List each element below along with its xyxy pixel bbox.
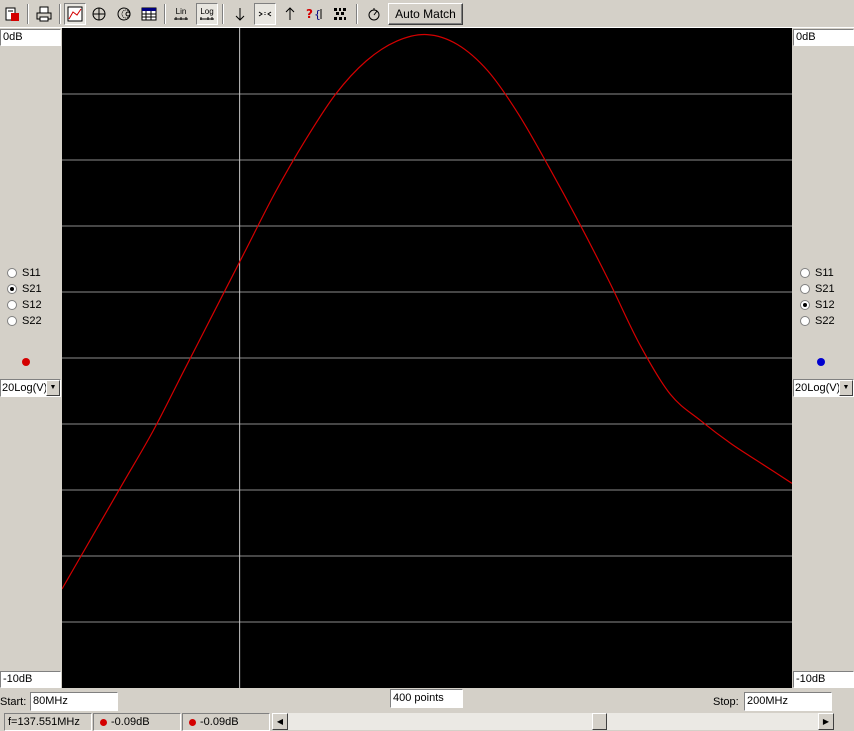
- toolbar-separator: [222, 4, 224, 24]
- scroll-right-icon[interactable]: ▶: [818, 713, 834, 730]
- right-param-s21[interactable]: S21: [800, 281, 835, 297]
- stop-label: Stop:: [713, 696, 739, 708]
- svg-text:?: ?: [306, 7, 313, 21]
- left-param-s22-label: S22: [22, 315, 42, 327]
- radio-icon: [7, 268, 17, 278]
- right-top-scale-field[interactable]: 0dB: [793, 29, 854, 46]
- scrollbar-thumb[interactable]: [592, 713, 607, 730]
- status-marker2: -0.09dB: [182, 713, 270, 731]
- left-bottom-scale-field[interactable]: -10dB: [0, 671, 61, 688]
- left-param-s12-label: S12: [22, 299, 42, 311]
- status-marker1-value: -0.09dB: [111, 716, 150, 728]
- radio-icon: [800, 300, 810, 310]
- polar-plot-icon[interactable]: [88, 3, 110, 25]
- table-view-icon[interactable]: [138, 3, 160, 25]
- plot-area[interactable]: [62, 28, 792, 688]
- svg-text:{: {: [314, 8, 321, 21]
- linear-scale-label: Lin: [175, 6, 187, 16]
- toolbar-separator: [356, 4, 358, 24]
- scroll-left-icon[interactable]: ◀: [272, 713, 288, 730]
- status-marker1: -0.09dB: [93, 713, 181, 731]
- left-format-value: 20Log(V): [2, 382, 48, 394]
- right-format-select[interactable]: 20Log(V) ▼: [793, 379, 854, 397]
- toolbar-separator: [59, 4, 61, 24]
- left-param-s11-label: S11: [22, 267, 41, 279]
- left-param-s21[interactable]: S21: [7, 281, 42, 297]
- chevron-down-icon[interactable]: ▼: [46, 380, 60, 396]
- log-scale-button[interactable]: Log: [196, 3, 218, 25]
- status-frequency: f=137.551MHz: [4, 713, 92, 731]
- radio-icon: [7, 316, 17, 326]
- linear-scale-button[interactable]: Lin: [170, 3, 192, 25]
- right-param-s12[interactable]: S12: [800, 297, 835, 313]
- points-count-input[interactable]: 400 points: [390, 689, 463, 708]
- right-param-s21-label: S21: [815, 283, 835, 295]
- toolbar-separator: [164, 4, 166, 24]
- open-file-icon[interactable]: [1, 3, 23, 25]
- toolbar: Lin Log ?{ Auto Match: [0, 0, 854, 28]
- tune-knob-icon[interactable]: [363, 3, 385, 25]
- radio-icon: [800, 316, 810, 326]
- radio-icon: [800, 268, 810, 278]
- frequency-scrollbar[interactable]: ◀ ▶: [272, 713, 834, 730]
- marker-dot-icon: [100, 718, 107, 726]
- arrow-down-icon[interactable]: [229, 3, 251, 25]
- chevron-down-icon[interactable]: ▼: [839, 380, 853, 396]
- right-param-s22[interactable]: S22: [800, 313, 835, 329]
- left-format-select[interactable]: 20Log(V) ▼: [0, 379, 61, 397]
- right-param-s22-label: S22: [815, 315, 835, 327]
- status-marker2-value: -0.09dB: [200, 716, 239, 728]
- smith-chart-icon[interactable]: [113, 3, 135, 25]
- auto-match-button[interactable]: Auto Match: [388, 3, 463, 25]
- right-param-s11-label: S11: [815, 267, 834, 279]
- right-trace-color-marker[interactable]: [817, 358, 825, 366]
- marker-dot-icon: [189, 718, 196, 726]
- stop-frequency-input[interactable]: 200MHz: [744, 692, 832, 711]
- radio-icon: [7, 300, 17, 310]
- left-param-s21-label: S21: [22, 283, 42, 295]
- cartesian-plot-icon[interactable]: [64, 3, 86, 25]
- arrow-up-icon[interactable]: [279, 3, 301, 25]
- arrows-converge-icon[interactable]: [254, 3, 276, 25]
- response-plot: [62, 28, 792, 688]
- help-formula-icon[interactable]: ?{: [304, 3, 326, 25]
- right-format-value: 20Log(V): [795, 382, 841, 394]
- left-param-s11[interactable]: S11: [7, 265, 41, 281]
- right-param-s11[interactable]: S11: [800, 265, 834, 281]
- print-icon[interactable]: [33, 3, 55, 25]
- left-param-s12[interactable]: S12: [7, 297, 42, 313]
- toolbar-separator: [27, 4, 29, 24]
- right-param-s12-label: S12: [815, 299, 835, 311]
- left-trace-color-marker[interactable]: [22, 358, 30, 366]
- right-bottom-scale-field[interactable]: -10dB: [793, 671, 854, 688]
- radio-icon: [800, 284, 810, 294]
- start-frequency-input[interactable]: 80MHz: [30, 692, 118, 711]
- radio-icon: [7, 284, 17, 294]
- start-label: Start:: [0, 696, 27, 708]
- trace-line-0: [62, 33, 792, 590]
- left-top-scale-field[interactable]: 0dB: [0, 29, 61, 46]
- log-scale-label: Log: [200, 6, 214, 16]
- left-param-s22[interactable]: S22: [7, 313, 42, 329]
- grid-pattern-icon[interactable]: [329, 3, 351, 25]
